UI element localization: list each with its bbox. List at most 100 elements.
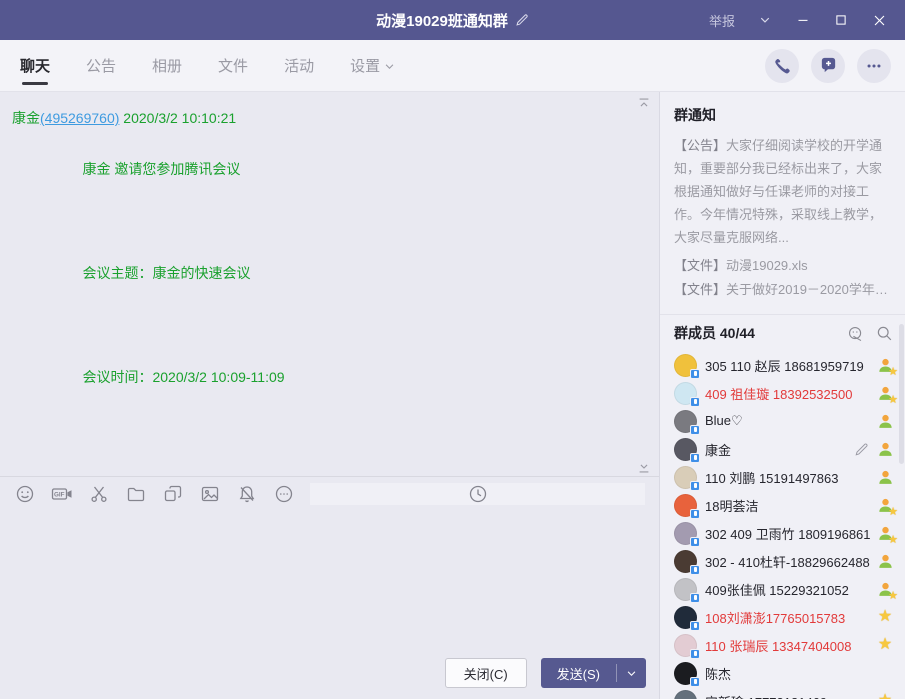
member-level-icon xyxy=(875,469,895,486)
message-history-clock-icon[interactable] xyxy=(310,483,645,505)
member-row[interactable]: 110 刘鹏 15191497863 xyxy=(660,463,905,491)
composer-footer: 关闭(C) 发送(S) xyxy=(0,647,659,699)
member-level-star-icon: ★ xyxy=(875,497,895,514)
screenshot-scissors-icon[interactable] xyxy=(88,483,110,505)
tab-settings[interactable]: 设置 xyxy=(350,40,395,91)
edit-member-icon[interactable] xyxy=(854,442,869,457)
member-row[interactable]: 宁新瑜 17773181469 ★ xyxy=(660,687,905,699)
group-notice-section: 群通知 【公告】大家仔细阅读学校的开学通知，重要部分我已经标出来了，大家根据通知… xyxy=(660,92,905,310)
avatar xyxy=(674,494,697,517)
group-side-panel: 群通知 【公告】大家仔细阅读学校的开学通知，重要部分我已经标出来了，大家根据通知… xyxy=(660,92,905,699)
anonymous-chat-icon[interactable] xyxy=(847,325,864,342)
member-row[interactable]: 108刘潇澎17765015783 ★ xyxy=(660,603,905,631)
member-level-star-icon: ★ xyxy=(875,357,895,374)
report-button[interactable]: 举报 xyxy=(703,7,741,34)
member-name: 409张佳佩 15229321052 xyxy=(705,580,849,599)
notice-file-item[interactable]: 【文件】动漫19029.xls xyxy=(674,254,891,278)
sender-qq-link[interactable]: (495269760) xyxy=(40,110,119,126)
members-count-title: 群成员 40/44 xyxy=(674,323,755,343)
window-shake-icon[interactable] xyxy=(162,483,184,505)
mobile-online-badge xyxy=(690,565,700,575)
member-list-scrollbar[interactable] xyxy=(899,324,904,464)
member-name: Blue♡ xyxy=(705,413,743,429)
mobile-online-badge xyxy=(690,397,700,407)
member-row[interactable]: 110 张瑞辰 13347404008 ★ xyxy=(660,631,905,659)
star-badge-icon: ★ xyxy=(875,636,895,654)
collapse-chat-icon[interactable] xyxy=(637,96,651,113)
send-image-icon[interactable] xyxy=(199,483,221,505)
titlebar: 动漫19029班通知群 举报 xyxy=(0,0,905,40)
chat-pane: 康金(495269760) 2020/3/2 10:10:21 康金 邀请您参加… xyxy=(0,92,660,699)
member-row[interactable]: 409 祖佳璇 18392532500 ★ xyxy=(660,379,905,407)
close-button[interactable] xyxy=(865,6,893,34)
tab-album[interactable]: 相册 xyxy=(152,40,182,91)
close-chat-button[interactable]: 关闭(C) xyxy=(445,658,527,688)
tab-announce[interactable]: 公告 xyxy=(86,40,116,91)
avatar xyxy=(674,550,697,573)
member-row[interactable]: 18明荟洁 ★ xyxy=(660,491,905,519)
voice-call-button[interactable] xyxy=(765,49,799,83)
emoji-icon[interactable] xyxy=(14,483,36,505)
tab-activity[interactable]: 活动 xyxy=(284,40,314,91)
member-name: 18明荟洁 xyxy=(705,496,758,515)
member-name: 302 409 卫雨竹 1809196861 xyxy=(705,524,871,543)
member-name: 康金 xyxy=(705,440,731,459)
mobile-online-badge xyxy=(690,425,700,435)
message-line: 会议时间：2020/3/2 10:09-11:09 xyxy=(28,338,643,442)
tab-bar: 聊天 公告 相册 文件 活动 设置 xyxy=(0,40,395,91)
send-options-caret[interactable] xyxy=(617,658,646,688)
group-call-button[interactable] xyxy=(811,49,845,83)
sender-name: 康金 xyxy=(12,110,40,126)
member-name: 110 张瑞辰 13347404008 xyxy=(705,636,851,655)
member-level-icon xyxy=(875,413,895,430)
member-name: 宁新瑜 17773181469 xyxy=(705,692,827,699)
mobile-online-badge xyxy=(690,593,700,603)
mobile-online-badge xyxy=(690,509,700,519)
mobile-online-badge xyxy=(690,453,700,463)
member-level-star-icon: ★ xyxy=(875,385,895,402)
avatar xyxy=(674,662,697,685)
member-name: 110 刘鹏 15191497863 xyxy=(705,468,838,487)
svg-text:GIF: GIF xyxy=(54,491,65,498)
maximize-button[interactable] xyxy=(827,6,855,34)
message-body: 康金 邀请您参加腾讯会议 会议主题：康金的快速会议 会议时间：2020/3/2 … xyxy=(28,130,643,460)
avatar xyxy=(674,466,697,489)
mobile-online-badge xyxy=(690,649,700,659)
member-row[interactable]: 409张佳佩 15229321052 ★ xyxy=(660,575,905,603)
member-level-icon xyxy=(875,441,895,458)
composer-toolbar: GIF xyxy=(0,476,659,510)
notice-file-item[interactable]: 【文件】关于做好2019－2020学年第2... xyxy=(674,278,891,302)
members-header: 群成员 40/44 xyxy=(660,315,905,351)
gif-hotpic-icon[interactable]: GIF xyxy=(51,483,73,505)
tab-files[interactable]: 文件 xyxy=(218,40,248,91)
minimize-button[interactable] xyxy=(789,6,817,34)
member-row[interactable]: 康金 xyxy=(660,435,905,463)
member-row[interactable]: Blue♡ xyxy=(660,407,905,435)
titlebar-dropdown-icon[interactable] xyxy=(751,6,779,34)
member-row[interactable]: 302 - 410杜轩-18829662488 xyxy=(660,547,905,575)
member-name: 305 110 赵辰 18681959719 xyxy=(705,356,864,375)
message-input[interactable] xyxy=(0,510,659,647)
search-member-icon[interactable] xyxy=(876,325,893,342)
member-level-star-icon: ★ xyxy=(875,581,895,598)
send-file-folder-icon[interactable] xyxy=(125,483,147,505)
mobile-online-badge xyxy=(690,677,700,687)
member-level-star-icon: ★ xyxy=(875,525,895,542)
more-actions-button[interactable] xyxy=(857,49,891,83)
mobile-online-badge xyxy=(690,537,700,547)
send-button[interactable]: 发送(S) xyxy=(541,658,646,688)
message-line: 会议主题：康金的快速会议 xyxy=(28,234,643,338)
edit-title-icon[interactable] xyxy=(515,13,529,27)
message-line xyxy=(28,442,643,456)
tab-chat[interactable]: 聊天 xyxy=(20,40,50,91)
member-name: 302 - 410杜轩-18829662488 xyxy=(705,552,870,571)
group-notice-title[interactable]: 群通知 xyxy=(674,105,891,125)
chat-splitter[interactable] xyxy=(0,460,659,476)
member-row[interactable]: 305 110 赵辰 18681959719 ★ xyxy=(660,351,905,379)
announcement-item[interactable]: 【公告】大家仔细阅读学校的开学通知，重要部分我已经标出来了，大家根据通知做好与任… xyxy=(674,134,891,249)
more-tools-icon[interactable] xyxy=(273,483,295,505)
member-row[interactable]: 陈杰 xyxy=(660,659,905,687)
mute-notifications-icon[interactable] xyxy=(236,483,258,505)
avatar xyxy=(674,606,697,629)
member-row[interactable]: 302 409 卫雨竹 1809196861 ★ xyxy=(660,519,905,547)
